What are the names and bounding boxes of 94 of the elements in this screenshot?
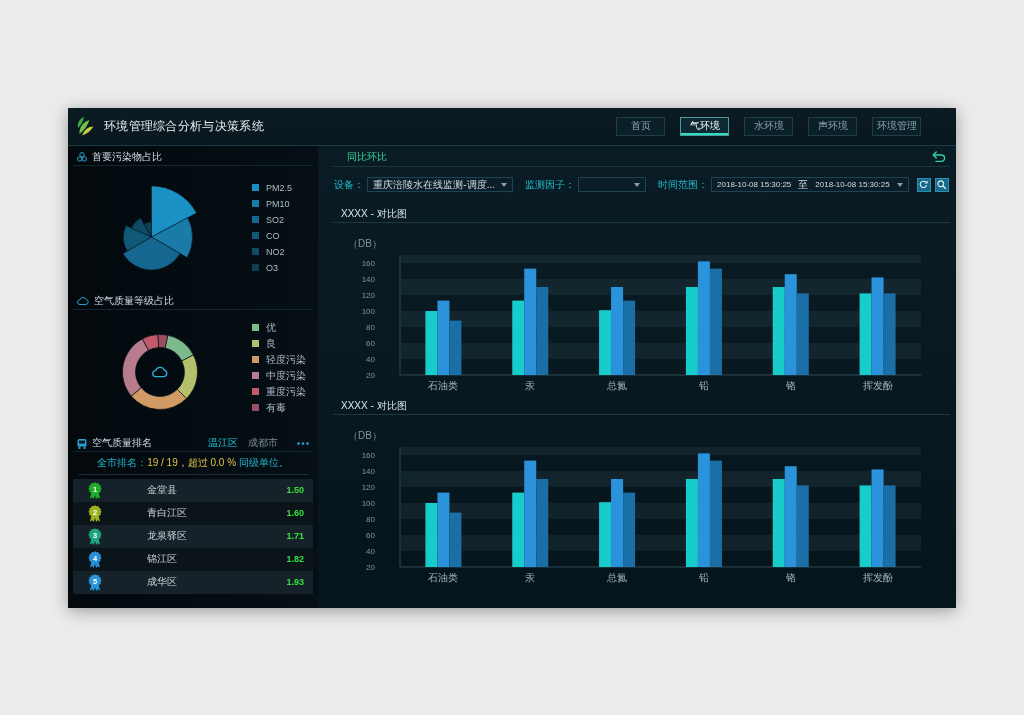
caret-icon [634, 182, 641, 187]
nav-tab[interactable]: 水环境 [744, 116, 793, 136]
circles-icon [77, 152, 87, 162]
legend-label: NO2 [266, 246, 285, 257]
caret-icon [501, 182, 508, 187]
legend-label: 良 [266, 336, 276, 351]
y-tick-label: 140 [361, 466, 375, 476]
panel-title: 首要污染物占比 [92, 150, 162, 164]
district-name: 龙泉驿区 [147, 529, 187, 543]
category-label: 汞 [525, 571, 536, 583]
legend-label: 优 [266, 320, 276, 335]
legend-label: 中度污染 [266, 368, 306, 383]
panel-title: 空气质量排名 [92, 436, 152, 450]
chart-bar [449, 320, 462, 375]
category-label: 总氮 [607, 571, 628, 583]
nav-tab[interactable]: 环境管理 [872, 116, 921, 136]
nav-tab[interactable]: 声环境 [808, 116, 857, 136]
category-label: 挥发酚 [862, 571, 893, 583]
axis-title: （DB） [348, 237, 382, 249]
search-button[interactable] [934, 177, 949, 192]
legend-label: CO [266, 230, 280, 241]
legend-label: PM10 [266, 198, 290, 209]
legend-label: 轻度污染 [266, 352, 306, 367]
y-tick-label: 160 [361, 258, 375, 268]
chart-bar [599, 501, 612, 567]
y-tick-label: 140 [361, 274, 375, 284]
cloud-icon [77, 297, 89, 305]
chart-bar [599, 309, 612, 375]
chart-title: XXXX - 对比图 [341, 207, 407, 221]
dropdown[interactable]: 重庆涪陵水在线监测-调度... [367, 177, 514, 192]
y-tick-label: 100 [361, 498, 375, 508]
district-score: 1.82 [286, 554, 304, 564]
filter-label: 时间范围： [658, 177, 709, 192]
panel-title: 空气质量等级占比 [94, 294, 174, 308]
category-label: 铬 [785, 571, 796, 583]
category-label: 石油类 [428, 379, 459, 391]
district-name: 锦江区 [147, 552, 177, 566]
category-label: 汞 [525, 379, 536, 391]
region-tab[interactable]: 成都市 [248, 436, 278, 450]
axis-title: （DB） [348, 429, 382, 441]
bus-icon [77, 437, 87, 449]
chart-bar [425, 310, 438, 375]
end-date: 2018-10-08 15:30:25 [815, 180, 890, 189]
district-name: 青白江区 [147, 506, 187, 520]
start-date: 2018-10-08 15:30:25 [717, 180, 792, 189]
y-tick-label: 60 [366, 530, 375, 540]
search-icon [937, 180, 947, 189]
district-name: 成华区 [147, 575, 177, 589]
district-name: 金堂县 [147, 483, 177, 497]
y-tick-label: 80 [366, 322, 375, 332]
legend-label: SO2 [266, 214, 284, 225]
y-tick-label: 60 [366, 338, 375, 348]
back-icon[interactable] [932, 151, 946, 163]
district-score: 1.71 [286, 531, 304, 541]
legend-label: 重度污染 [266, 384, 306, 399]
leaf-logo-icon [76, 116, 94, 136]
category-label: 挥发酚 [862, 379, 893, 391]
date-range-field[interactable]: 2018-10-08 15:30:25 至 2018-10-08 15:30:25 [711, 177, 909, 192]
legend-label: 有毒 [266, 400, 286, 415]
y-tick-label: 160 [361, 450, 375, 460]
district-score: 1.50 [286, 485, 304, 495]
chart-bar [449, 512, 462, 567]
y-tick-label: 100 [361, 306, 375, 316]
y-tick-label: 40 [366, 546, 375, 556]
category-label: 铅 [698, 379, 709, 391]
more-icon[interactable] [297, 441, 309, 445]
nav-tab[interactable]: 首页 [616, 116, 665, 136]
chart-title: XXXX - 对比图 [341, 399, 407, 413]
refresh-icon [919, 180, 929, 189]
y-tick-label: 20 [366, 370, 375, 380]
nav-tab[interactable]: 气环境 [680, 116, 729, 136]
legend-label: O3 [266, 262, 278, 273]
district-score: 1.60 [286, 508, 304, 518]
filter-label: 设备： [334, 177, 365, 192]
chart-bar [425, 502, 438, 567]
district-score: 1.93 [286, 577, 304, 587]
caret-icon [896, 182, 903, 187]
category-label: 石油类 [428, 571, 459, 583]
legend-label: PM2.5 [266, 182, 292, 193]
y-tick-label: 120 [361, 290, 375, 300]
app-title: 环境管理综合分析与决策系统 [104, 117, 264, 135]
refresh-button[interactable] [916, 177, 931, 192]
category-label: 铬 [785, 379, 796, 391]
y-tick-label: 80 [366, 514, 375, 524]
filter-label: 监测因子： [525, 177, 576, 192]
y-tick-label: 40 [366, 354, 375, 364]
range-separator: 至 [798, 177, 809, 192]
section-title: 同比环比 [347, 150, 387, 164]
region-tab[interactable]: 温江区 [208, 436, 238, 450]
y-tick-label: 120 [361, 482, 375, 492]
ranking-summary: 全市排名：19 / 19，超过 0.0 % 同级单位。 [78, 451, 308, 475]
category-label: 总氮 [607, 379, 628, 391]
category-label: 铅 [698, 571, 709, 583]
y-tick-label: 20 [366, 562, 375, 572]
